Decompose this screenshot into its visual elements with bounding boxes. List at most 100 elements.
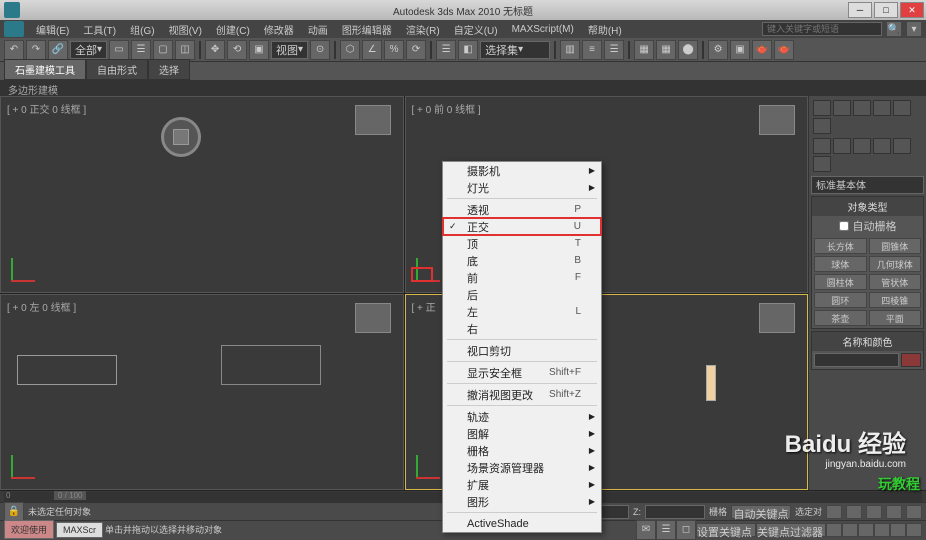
rect-select-icon[interactable]: ▢ (153, 40, 173, 60)
close-button[interactable]: ✕ (900, 2, 924, 18)
cone-button[interactable]: 圆锥体 (869, 238, 922, 254)
viewport-label[interactable]: [ + 正 (412, 299, 436, 314)
viewcube-icon[interactable] (355, 303, 391, 333)
keyfilter-button[interactable]: 关键点过滤器 (756, 523, 826, 537)
helpers-icon[interactable] (893, 138, 911, 154)
render-setup-icon[interactable]: ⚙ (708, 40, 728, 60)
align-icon[interactable]: ≡ (582, 40, 602, 60)
pivot-icon[interactable]: ⊙ (310, 40, 330, 60)
menu-lights[interactable]: 灯光▶ (443, 179, 601, 196)
create-tab-icon[interactable] (813, 100, 831, 116)
schematic-icon[interactable]: ▦ (656, 40, 676, 60)
render-frame-icon[interactable]: ▣ (730, 40, 750, 60)
sphere-button[interactable]: 球体 (814, 256, 867, 272)
autokey-button[interactable]: 自动关键点 (731, 505, 791, 519)
menu-create[interactable]: 创建(C) (210, 20, 256, 39)
menu-grid[interactable]: 栅格▶ (443, 442, 601, 459)
menu-schematic[interactable]: 图解▶ (443, 425, 601, 442)
named-sel-icon[interactable]: ☰ (436, 40, 456, 60)
ribbon-tab-freeform[interactable]: 自由形式 (86, 59, 148, 80)
modify-tab-icon[interactable] (833, 100, 851, 116)
viewport-nav-icon[interactable] (826, 523, 842, 537)
menu-top[interactable]: 顶T (443, 235, 601, 252)
menu-tools[interactable]: 工具(T) (77, 20, 122, 39)
isolate-icon[interactable]: ◻ (676, 520, 696, 540)
tube-button[interactable]: 管状体 (869, 274, 922, 290)
ref-coord-dropdown[interactable]: 视图 ▾ (271, 41, 308, 59)
snap-icon[interactable]: ⬡ (340, 40, 360, 60)
viewport-label[interactable]: [ + 0 正交 0 线框 ] (7, 101, 86, 116)
render-prod-icon[interactable]: 🫖 (774, 40, 794, 60)
maximize-button[interactable]: □ (874, 2, 898, 18)
move-icon[interactable]: ✥ (205, 40, 225, 60)
play-icon[interactable] (826, 505, 842, 519)
menu-customize[interactable]: 自定义(U) (448, 20, 504, 39)
manage-sel-icon[interactable]: ◧ (458, 40, 478, 60)
select-by-name-icon[interactable]: ☰ (131, 40, 151, 60)
steering-wheel-icon[interactable] (161, 117, 201, 157)
material-editor-icon[interactable]: ⬤ (678, 40, 698, 60)
menu-extended[interactable]: 扩展▶ (443, 476, 601, 493)
menu-left[interactable]: 左L (443, 303, 601, 320)
geosphere-button[interactable]: 几何球体 (869, 256, 922, 272)
viewport-nav-icon[interactable] (906, 523, 922, 537)
viewcube-icon[interactable] (355, 105, 391, 135)
menu-edit[interactable]: 编辑(E) (30, 20, 75, 39)
menu-help[interactable]: 帮助(H) (582, 20, 628, 39)
cylinder-button[interactable]: 圆柱体 (814, 274, 867, 290)
menu-front[interactable]: 前F (443, 269, 601, 286)
comm-center-icon[interactable]: ✉ (636, 520, 656, 540)
menu-bottom[interactable]: 底B (443, 252, 601, 269)
viewport-nav-icon[interactable] (890, 523, 906, 537)
ribbon-tab-graphite[interactable]: 石墨建模工具 (4, 59, 86, 80)
spinner-snap-icon[interactable]: ⟳ (406, 40, 426, 60)
welcome-button[interactable]: 欢迎使用 (4, 520, 54, 539)
viewport-top-left[interactable]: [ + 0 正交 0 线框 ] (0, 96, 404, 293)
z-coord-input[interactable] (645, 505, 705, 519)
autogrid-checkbox[interactable]: 自动栅格 (812, 216, 923, 236)
next-frame-icon[interactable] (866, 505, 882, 519)
menu-rendering[interactable]: 渲染(R) (400, 20, 446, 39)
viewport-nav-icon[interactable] (858, 523, 874, 537)
help-search-input[interactable] (762, 22, 882, 36)
lights-icon[interactable] (853, 138, 871, 154)
hierarchy-tab-icon[interactable] (853, 100, 871, 116)
spacewarp-icon[interactable] (813, 156, 831, 172)
teapot-button[interactable]: 茶壶 (814, 310, 867, 326)
minimize-button[interactable]: ─ (848, 2, 872, 18)
scale-icon[interactable]: ▣ (249, 40, 269, 60)
lock-icon[interactable]: 🔒 (4, 502, 24, 522)
menu-views[interactable]: 视图(V) (163, 20, 208, 39)
selection-set-dropdown[interactable]: 选择集 ▾ (480, 41, 550, 59)
menu-right[interactable]: 右 (443, 320, 601, 337)
box-button[interactable]: 长方体 (814, 238, 867, 254)
menu-undo-view[interactable]: 撤消视图更改Shift+Z (443, 386, 601, 403)
motion-tab-icon[interactable] (873, 100, 891, 116)
plane-button[interactable]: 平面 (869, 310, 922, 326)
prev-frame-icon[interactable] (846, 505, 862, 519)
help-dropdown-icon[interactable]: ▾ (906, 21, 922, 37)
pyramid-button[interactable]: 四棱锥 (869, 292, 922, 308)
menu-graph-editors[interactable]: 图形编辑器 (336, 20, 398, 39)
viewport-nav-icon[interactable] (842, 523, 858, 537)
layers-icon[interactable]: ☰ (604, 40, 624, 60)
menu-show-safeframe[interactable]: 显示安全框Shift+F (443, 364, 601, 381)
viewport-bottom-left[interactable]: [ + 0 左 0 线框 ] (0, 294, 404, 491)
search-icon[interactable]: 🔍 (886, 21, 902, 37)
shapes-icon[interactable] (833, 138, 851, 154)
menu-shape[interactable]: 图形▶ (443, 493, 601, 510)
cameras-icon[interactable] (873, 138, 891, 154)
window-crossing-icon[interactable]: ◫ (175, 40, 195, 60)
geometry-icon[interactable] (813, 138, 831, 154)
viewcube-icon[interactable] (759, 105, 795, 135)
nav-icon[interactable] (906, 505, 922, 519)
viewport-label[interactable]: [ + 0 左 0 线框 ] (7, 299, 76, 314)
link-icon[interactable]: 🔗 (48, 40, 68, 60)
menu-maxscript[interactable]: MAXScript(M) (506, 22, 580, 37)
object-name-input[interactable] (814, 353, 899, 367)
viewport-nav-icon[interactable] (874, 523, 890, 537)
time-indicator[interactable]: 0 / 100 (54, 491, 86, 500)
select-icon[interactable]: ▭ (109, 40, 129, 60)
object-type-header[interactable]: 对象类型 (812, 197, 923, 216)
name-color-header[interactable]: 名称和颜色 (812, 332, 923, 351)
